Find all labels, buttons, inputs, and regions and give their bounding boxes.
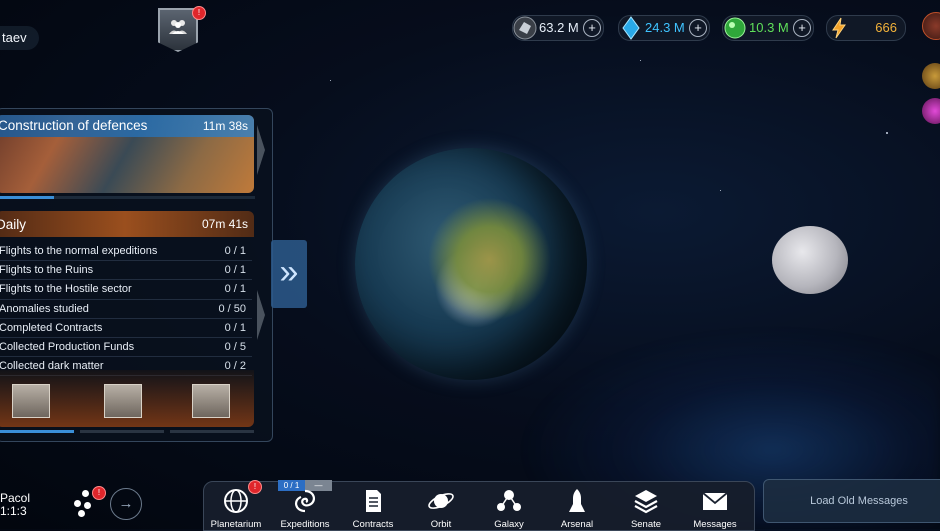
daily-task-list: Flights to the normal expeditions 0 / 1 Fl…	[0, 242, 252, 377]
add-crystal-button[interactable]: +	[689, 19, 707, 37]
nav-messages[interactable]: Messages	[683, 484, 747, 530]
task-name: Completed Contracts	[0, 321, 103, 334]
galaxy-icon	[497, 490, 521, 511]
planetarium-badge: !	[248, 480, 262, 494]
quest-progress-fill	[0, 196, 54, 199]
vortex-icon	[295, 489, 315, 513]
nav-label: Expeditions	[280, 519, 330, 530]
star	[640, 60, 641, 61]
daily-progress-segment	[170, 430, 254, 433]
resource-crystal[interactable]: 24.3 M +	[618, 15, 710, 41]
quest-progress	[0, 196, 255, 199]
daily-task-row[interactable]: Flights to the Hostile sector 0 / 1	[0, 280, 252, 300]
task-count: 0 / 1	[224, 264, 246, 277]
envelope-icon	[702, 492, 728, 510]
nav-contracts[interactable]: Contracts	[341, 484, 405, 530]
next-planet-button[interactable]: →	[110, 488, 142, 520]
expand-panel-button[interactable]: »	[271, 240, 307, 308]
nav-label: Senate	[630, 519, 662, 530]
player-name[interactable]: taev	[0, 26, 39, 50]
reward-chest[interactable]	[12, 384, 50, 418]
daily-task-row[interactable]: Completed Contracts 0 / 1	[0, 319, 252, 338]
quest-card[interactable]: Construction of defences 11m 38s	[0, 115, 254, 193]
nav-label: Galaxy	[494, 519, 524, 530]
nav-label: Arsenal	[560, 519, 594, 530]
add-deuterium-button[interactable]: +	[793, 19, 811, 37]
resource-value: 63.2 M	[539, 20, 579, 35]
planet-coords: 1:1:3	[0, 504, 27, 518]
nav-label: Messages	[693, 519, 737, 530]
nav-arsenal[interactable]: Arsenal	[545, 484, 609, 530]
task-name: Collected Production Funds	[0, 340, 135, 353]
task-name: Anomalies studied	[0, 302, 89, 315]
daily-task-row[interactable]: Anomalies studied 0 / 50	[0, 300, 252, 319]
load-old-messages-button[interactable]: Load Old Messages	[763, 479, 940, 523]
nav-orbit[interactable]: Orbit	[409, 484, 473, 530]
daily-rewards	[0, 370, 254, 427]
star	[330, 80, 331, 81]
senate-icon	[634, 490, 658, 514]
daily-task-row[interactable]: Flights to the normal expeditions 0 / 1	[0, 242, 252, 262]
resource-value: 10.3 M	[749, 20, 789, 35]
reward-chest[interactable]	[104, 384, 142, 418]
task-count: 0 / 1	[224, 321, 246, 334]
metal-icon	[513, 16, 537, 40]
offer-icon[interactable]	[922, 98, 940, 124]
resource-energy[interactable]: 666	[826, 15, 906, 41]
task-name: Flights to the Hostile sector	[0, 283, 132, 296]
nav-expeditions[interactable]: Expeditions	[273, 484, 337, 530]
home-planet[interactable]	[355, 148, 587, 380]
quest-timer: 11m 38s	[202, 119, 248, 133]
nav-senate[interactable]: Senate	[614, 484, 678, 530]
commander-avatar[interactable]	[922, 12, 940, 40]
people-icon	[169, 20, 187, 34]
reward-chest[interactable]	[192, 384, 230, 418]
crystal-icon	[622, 16, 640, 40]
resource-value: 666	[875, 20, 897, 35]
nav-galaxy[interactable]: Galaxy	[477, 484, 541, 530]
lightning-icon	[832, 17, 846, 39]
quest-title: Construction of defences	[0, 118, 148, 133]
orbit-icon	[428, 493, 454, 509]
rocket-icon	[569, 489, 585, 512]
task-count: 0 / 5	[224, 340, 246, 353]
nav-label: Planetarium	[210, 519, 262, 530]
event-icon[interactable]	[922, 63, 940, 89]
moon[interactable]	[772, 226, 848, 294]
task-count: 0 / 50	[218, 302, 246, 315]
resource-deuterium[interactable]: 10.3 M +	[722, 15, 814, 41]
daily-timer: 07m 41s	[201, 217, 248, 231]
star	[886, 132, 888, 134]
daily-progress-segment	[0, 430, 74, 433]
daily-header[interactable]: Daily 07m 41s	[0, 211, 254, 237]
planet-list-badge: !	[92, 486, 106, 500]
resource-metal[interactable]: 63.2 M +	[512, 15, 604, 41]
document-icon	[366, 490, 381, 512]
task-name: Flights to the normal expeditions	[0, 245, 158, 257]
daily-progress-segment	[80, 430, 164, 433]
planet-info[interactable]: Pacol 1:1:3	[0, 492, 30, 518]
deuterium-icon	[724, 17, 746, 39]
daily-task-row[interactable]: Flights to the Ruins 0 / 1	[0, 261, 252, 281]
task-count: 0 / 1	[224, 245, 246, 257]
alliance-notification-badge: !	[192, 6, 206, 20]
globe-icon	[224, 489, 248, 513]
nav-label: Contracts	[352, 519, 394, 530]
daily-title: Daily	[0, 217, 27, 232]
task-name: Flights to the Ruins	[0, 264, 94, 277]
daily-task-row[interactable]: Collected Production Funds 0 / 5	[0, 338, 252, 358]
star	[720, 190, 721, 191]
resource-value: 24.3 M	[645, 20, 685, 35]
add-metal-button[interactable]: +	[583, 19, 601, 37]
task-count: 0 / 1	[224, 283, 246, 296]
nav-label: Orbit	[430, 519, 452, 530]
